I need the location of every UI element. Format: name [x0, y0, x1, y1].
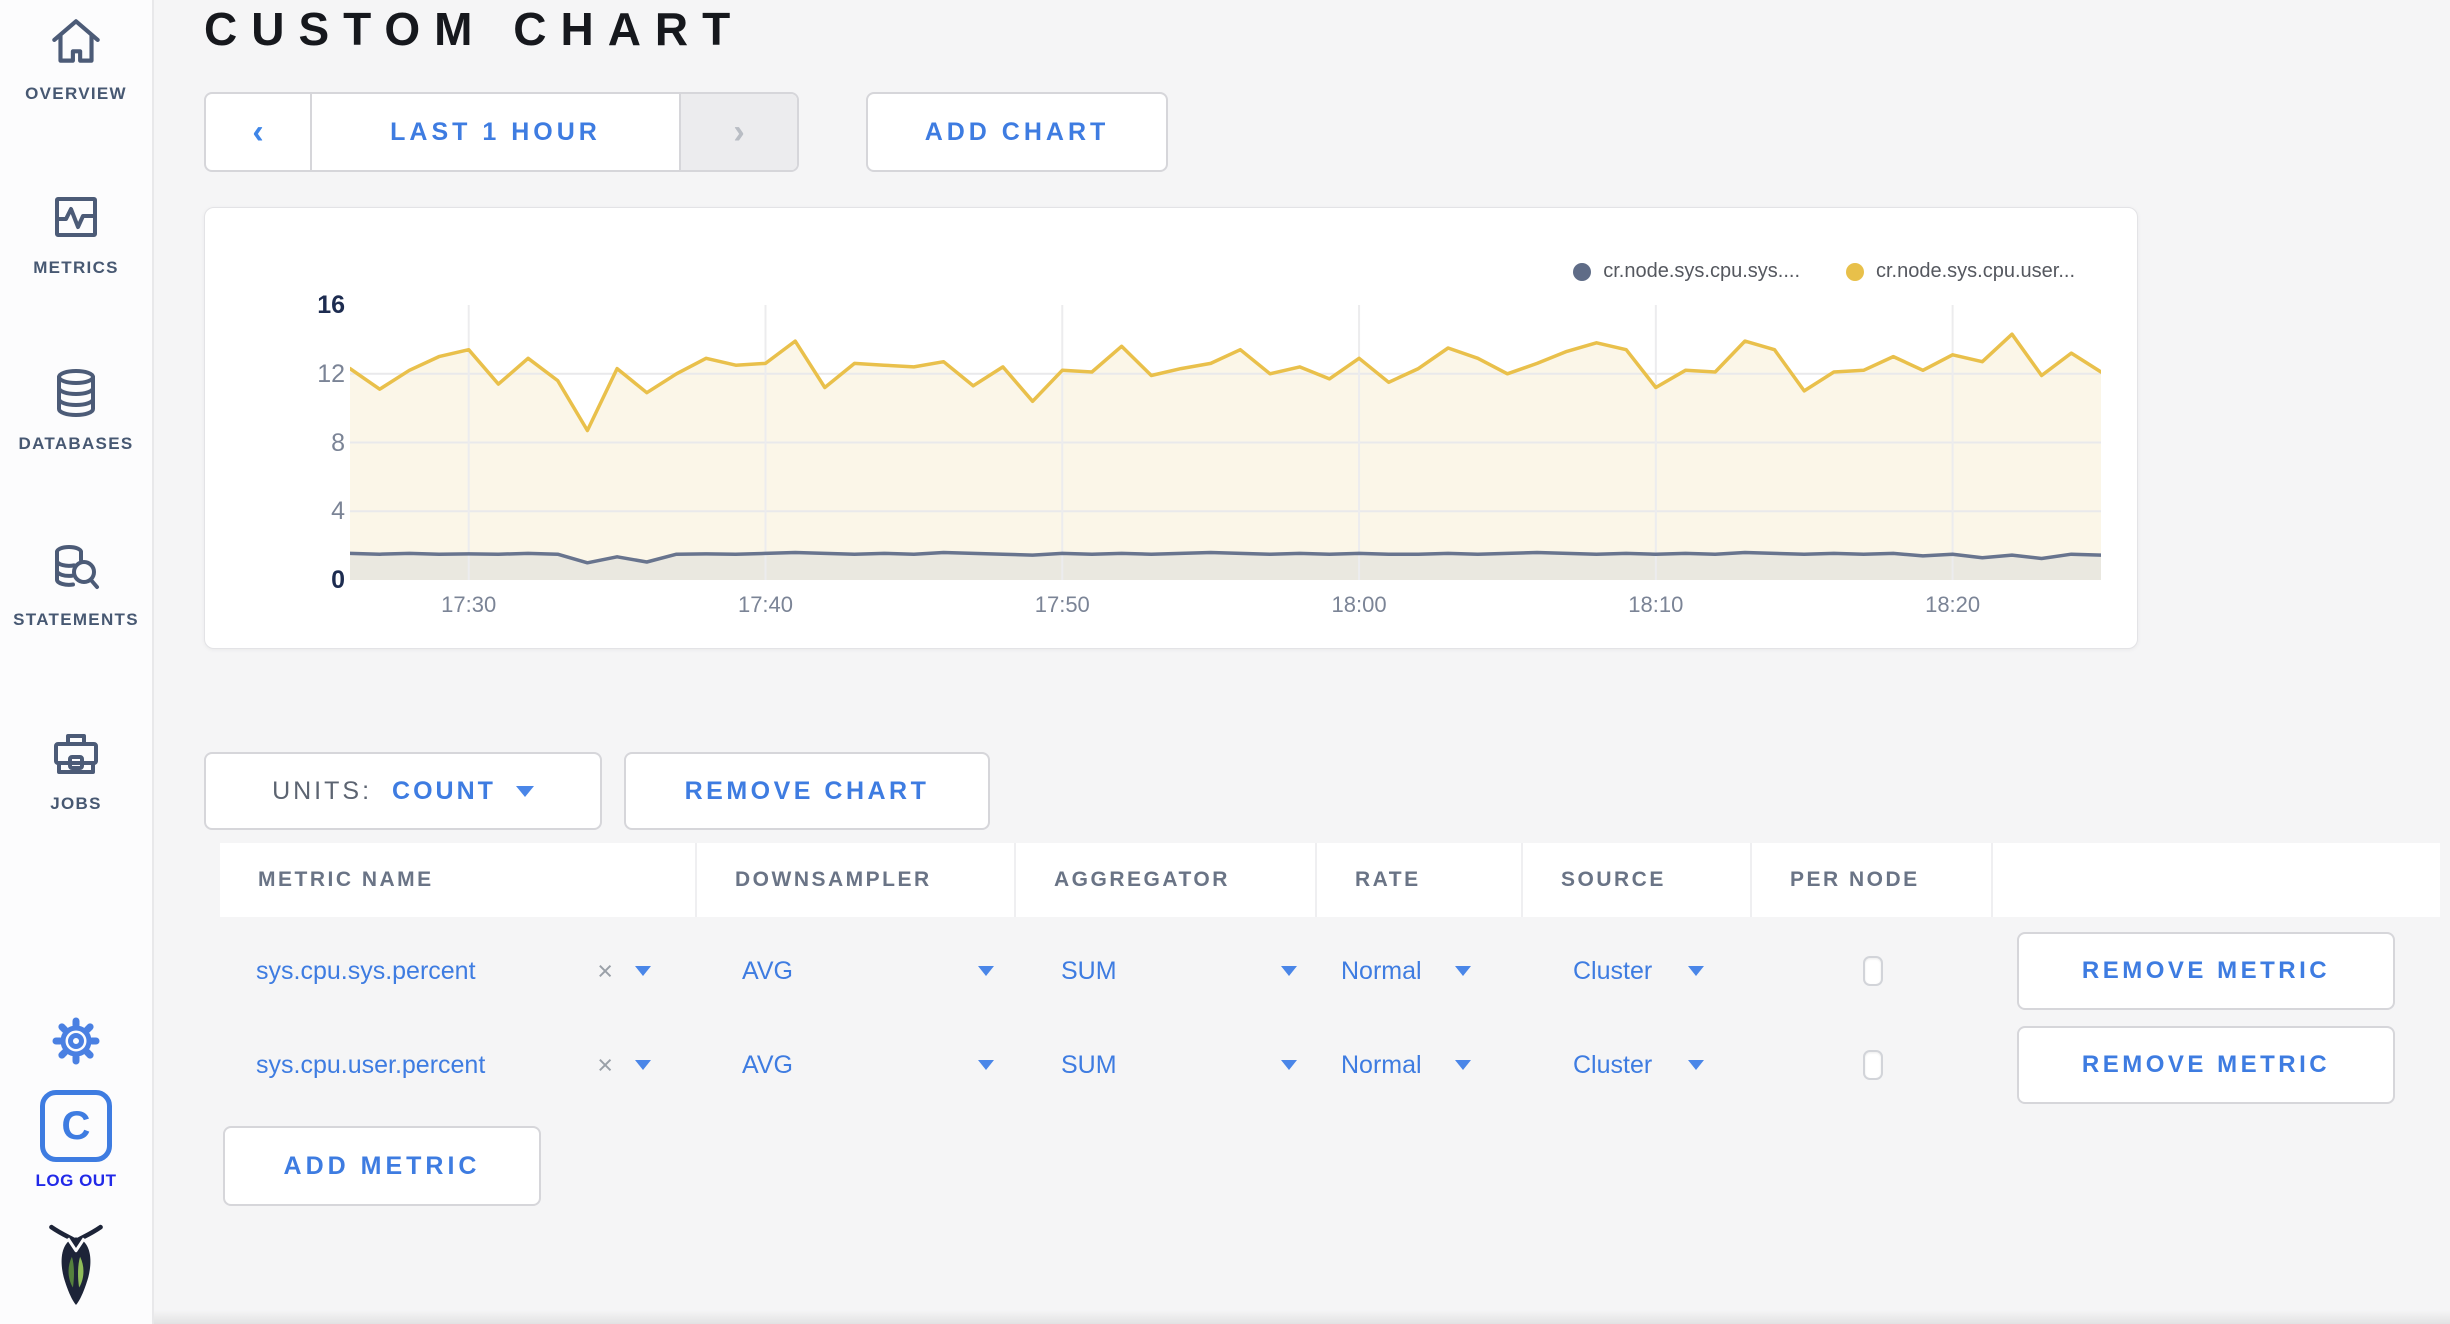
legend-item-sys[interactable]: cr.node.sys.cpu.sys....	[1573, 260, 1800, 283]
chart-card: cr.node.sys.cpu.sys.... cr.node.sys.cpu.…	[204, 207, 2138, 649]
y-axis-tick-label: 4	[331, 497, 345, 526]
sidebar: OVERVIEW METRICS DATABASES STATEMENTS JO…	[0, 0, 154, 1324]
legend-dot-user	[1846, 262, 1864, 281]
col-header-actions	[1993, 843, 2440, 917]
y-axis-tick-label: 8	[331, 428, 345, 457]
caret-down-icon	[978, 1060, 994, 1070]
gear-icon	[47, 1012, 105, 1075]
rate-dropdown[interactable]: Normal	[1317, 957, 1523, 986]
sidebar-item-jobs[interactable]: JOBS	[0, 724, 152, 814]
col-header-aggregator: AGGREGATOR	[1016, 843, 1317, 917]
sidebar-item-metrics[interactable]: METRICS	[0, 188, 152, 278]
col-header-downsampler: DOWNSAMPLER	[697, 843, 1016, 917]
sidebar-item-label: JOBS	[50, 794, 102, 813]
sidebar-item-statements[interactable]: STATEMENTS	[0, 540, 152, 630]
clear-metric-icon[interactable]: ×	[597, 956, 613, 987]
statements-icon	[47, 540, 105, 598]
aggregator-dropdown[interactable]: SUM	[1016, 1051, 1317, 1080]
line-chart-area	[348, 305, 2103, 580]
chevron-left-icon: ‹	[252, 113, 264, 151]
source-dropdown[interactable]: Cluster	[1523, 957, 1752, 986]
remove-metric-button[interactable]: REMOVE METRIC	[2017, 1026, 2395, 1104]
x-axis-tick-label: 17:50	[1034, 592, 1090, 617]
chart-legend: cr.node.sys.cpu.sys.... cr.node.sys.cpu.…	[1573, 260, 2075, 283]
col-header-source: SOURCE	[1523, 843, 1752, 917]
legend-dot-sys	[1573, 262, 1592, 281]
chart-controls: UNITS: COUNT REMOVE CHART	[204, 752, 990, 830]
col-header-metric-name: METRIC NAME	[220, 843, 697, 917]
legend-item-user[interactable]: cr.node.sys.cpu.user...	[1846, 260, 2075, 283]
units-dropdown[interactable]: UNITS: COUNT	[204, 752, 602, 830]
time-range-prev-button[interactable]: ‹	[206, 94, 312, 170]
y-axis-tick-label: 12	[317, 359, 345, 388]
per-node-checkbox[interactable]	[1862, 956, 1883, 986]
metrics-icon	[47, 188, 105, 246]
time-range-value[interactable]: LAST 1 HOUR	[312, 94, 679, 170]
col-header-per-node: PER NODE	[1752, 843, 1993, 917]
y-axis-tick-label: 0	[331, 566, 345, 594]
sidebar-item-label: STATEMENTS	[13, 610, 139, 629]
time-range-next-button[interactable]: ›	[679, 94, 797, 170]
table-row: sys.cpu.user.percent × AVG SUM Normal Cl…	[220, 1025, 2440, 1105]
cockroach-bug-logo	[0, 1222, 152, 1308]
chevron-right-icon: ›	[733, 113, 745, 151]
settings-button[interactable]	[0, 1012, 152, 1075]
logout-label: LOG OUT	[35, 1171, 117, 1190]
downsampler-dropdown[interactable]: AVG	[697, 957, 1016, 986]
per-node-cell	[1752, 1050, 1993, 1080]
home-icon	[46, 12, 106, 72]
remove-chart-button[interactable]: REMOVE CHART	[624, 752, 990, 830]
caret-down-icon	[1455, 966, 1471, 976]
add-metric-button[interactable]: ADD METRIC	[223, 1126, 541, 1206]
metrics-table: METRIC NAME DOWNSAMPLER AGGREGATOR RATE …	[220, 843, 2440, 1105]
table-row: sys.cpu.sys.percent × AVG SUM Normal Clu…	[220, 931, 2440, 1011]
source-dropdown[interactable]: Cluster	[1523, 1051, 1752, 1080]
per-node-cell	[1752, 956, 1993, 986]
y-axis-labels: 16 12 8 4 0	[261, 291, 345, 594]
x-axis-labels: 17:30 17:40 17:50 18:00 18:10 18:20	[350, 592, 2101, 622]
logout-button[interactable]: C LOG OUT	[0, 1090, 152, 1191]
briefcase-icon	[47, 724, 105, 782]
metric-name-cell[interactable]: sys.cpu.user.percent ×	[220, 1050, 697, 1081]
x-axis-tick-label: 18:10	[1628, 592, 1684, 617]
add-chart-button[interactable]: ADD CHART	[866, 92, 1168, 172]
x-axis-tick-label: 17:40	[737, 592, 794, 617]
caret-down-icon	[1688, 1060, 1704, 1070]
x-axis-tick-label: 17:30	[441, 592, 497, 617]
sidebar-item-label: DATABASES	[18, 434, 134, 453]
x-axis-tick-label: 18:20	[1925, 592, 1981, 617]
caret-down-icon	[1688, 966, 1704, 976]
rate-dropdown[interactable]: Normal	[1317, 1051, 1523, 1080]
x-axis-tick-label: 18:00	[1331, 592, 1387, 617]
page-title: CUSTOM CHART	[204, 3, 745, 55]
bottom-shadow	[154, 1310, 2450, 1324]
caret-down-icon	[1455, 1060, 1471, 1070]
table-header-row: METRIC NAME DOWNSAMPLER AGGREGATOR RATE …	[220, 843, 2440, 917]
sidebar-item-label: METRICS	[33, 258, 119, 277]
remove-metric-button[interactable]: REMOVE METRIC	[2017, 932, 2395, 1010]
caret-down-icon[interactable]	[635, 1060, 651, 1070]
caret-down-icon	[978, 966, 994, 976]
caret-down-icon	[515, 785, 534, 797]
sidebar-item-overview[interactable]: OVERVIEW	[0, 12, 152, 104]
cockroach-c-icon: C	[40, 1090, 112, 1162]
time-range-picker: ‹ LAST 1 HOUR ›	[204, 92, 799, 172]
sidebar-item-label: OVERVIEW	[25, 84, 127, 103]
aggregator-dropdown[interactable]: SUM	[1016, 957, 1317, 986]
actions-cell: REMOVE METRIC	[1993, 932, 2440, 1010]
caret-down-icon	[1281, 966, 1297, 976]
database-icon	[47, 364, 105, 422]
sidebar-item-databases[interactable]: DATABASES	[0, 364, 152, 454]
caret-down-icon	[1281, 1060, 1297, 1070]
caret-down-icon[interactable]	[635, 966, 651, 976]
col-header-rate: RATE	[1317, 843, 1523, 917]
downsampler-dropdown[interactable]: AVG	[697, 1051, 1016, 1080]
toolbar: ‹ LAST 1 HOUR › ADD CHART	[204, 92, 1168, 172]
clear-metric-icon[interactable]: ×	[597, 1050, 613, 1081]
custom-chart-page: OVERVIEW METRICS DATABASES STATEMENTS JO…	[0, 0, 2450, 1324]
per-node-checkbox[interactable]	[1862, 1050, 1883, 1080]
actions-cell: REMOVE METRIC	[1993, 1026, 2440, 1104]
metric-name-cell[interactable]: sys.cpu.sys.percent ×	[220, 956, 697, 987]
y-axis-tick-label: 16	[317, 291, 345, 319]
